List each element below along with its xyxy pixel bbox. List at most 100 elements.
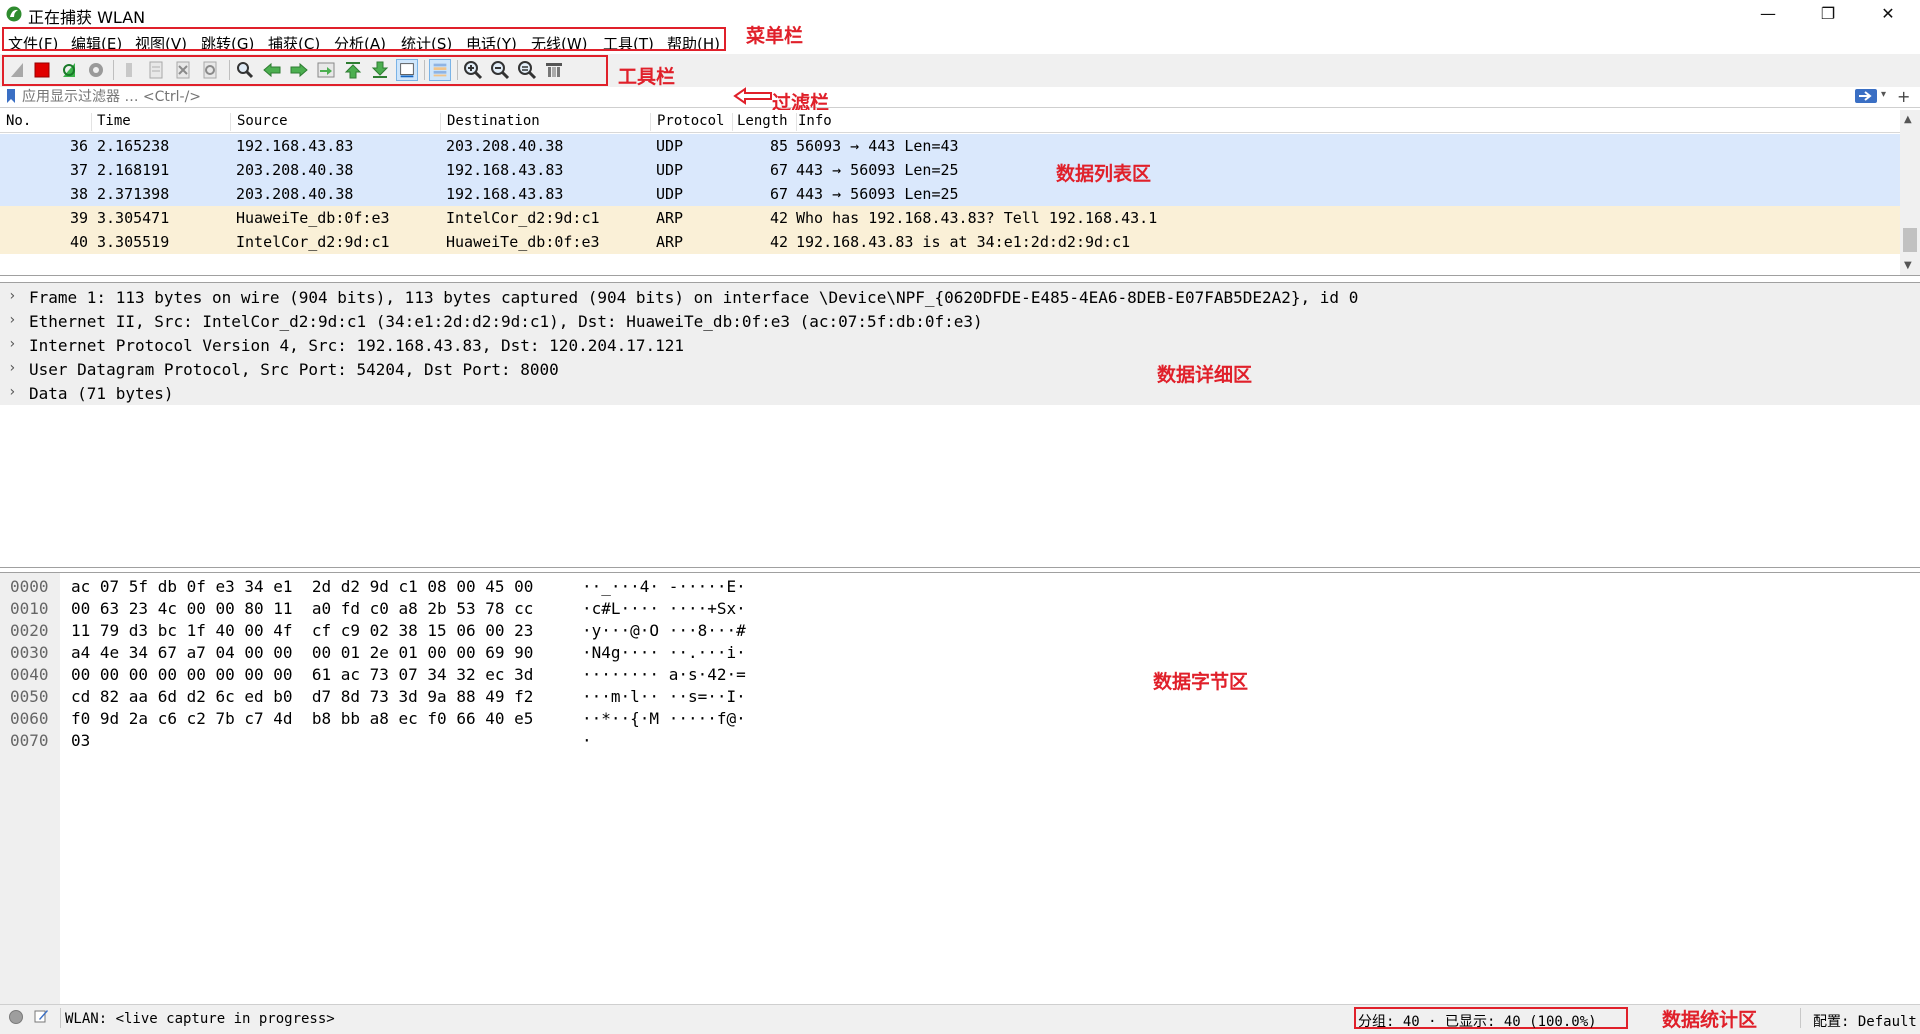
packet-length: 85	[770, 137, 789, 155]
scroll-up-arrow-icon[interactable]: ▲	[1904, 114, 1912, 125]
menubar-annotation: 菜单栏	[746, 25, 804, 47]
detail-frame-text: Frame 1: 113 bytes on wire (904 bits), 1…	[29, 288, 1359, 307]
packet-destination: 192.168.43.83	[446, 161, 564, 179]
display-filter-input[interactable]	[22, 87, 1850, 107]
packet-info: 56093 → 443 Len=43	[796, 137, 959, 155]
capture-status-icon[interactable]	[9, 1010, 23, 1024]
edit-comment-icon[interactable]	[33, 1008, 49, 1024]
maximize-button[interactable]: ❐	[1805, 0, 1851, 28]
title-bar: 正在捕获 WLAN — ❐ ✕	[0, 0, 1920, 28]
byte-offset: 0000	[10, 577, 49, 596]
detail-ip-text: Internet Protocol Version 4, Src: 192.16…	[29, 336, 685, 355]
detail-tree-item[interactable]: › Ethernet II, Src: IntelCor_d2:9d:c1 (3…	[0, 309, 1900, 333]
packet-row[interactable]: 36 2.165238 192.168.43.83 203.208.40.38 …	[0, 134, 1900, 158]
profile-selector[interactable]: 配置: Default	[1813, 1011, 1917, 1031]
byte-ascii-row[interactable]: ·y···@·O ···8···#	[582, 621, 746, 643]
byte-offset: 0020	[10, 621, 49, 640]
column-header-info[interactable]: Info	[798, 113, 998, 131]
bookmark-icon[interactable]	[6, 89, 16, 103]
byte-hex-row[interactable]: 11 79 d3 bc 1f 40 00 4f cf c9 02 38 15 0…	[71, 621, 533, 643]
packet-row[interactable]: 38 2.371398 203.208.40.38 192.168.43.83 …	[0, 182, 1900, 206]
packet-time: 2.168191	[97, 161, 170, 179]
byte-offset: 0070	[10, 731, 49, 750]
packet-time: 3.305471	[97, 209, 170, 227]
byte-hex-row[interactable]: a4 4e 34 67 a7 04 00 00 00 01 2e 01 00 0…	[71, 643, 533, 665]
expand-arrow-icon[interactable]: ›	[8, 312, 16, 328]
byte-hex-row[interactable]: ac 07 5f db 0f e3 34 e1 2d d2 9d c1 08 0…	[71, 577, 533, 599]
packet-length: 67	[770, 161, 789, 179]
packet-row[interactable]: 37 2.168191 203.208.40.38 192.168.43.83 …	[0, 158, 1900, 182]
expand-arrow-icon[interactable]: ›	[8, 384, 16, 400]
byte-hex-row[interactable]: 00 00 00 00 00 00 00 00 61 ac 73 07 34 3…	[71, 665, 533, 687]
byte-ascii-row[interactable]: ··*··{·M ·····f@·	[582, 709, 746, 731]
detail-ethernet-text: Ethernet II, Src: IntelCor_d2:9d:c1 (34:…	[29, 312, 983, 331]
packet-list-annotation: 数据列表区	[1056, 163, 1152, 185]
window-title: 正在捕获 WLAN	[28, 8, 146, 27]
packet-source: IntelCor_d2:9d:c1	[236, 233, 390, 251]
packet-no: 36	[70, 137, 89, 155]
packet-no: 37	[70, 161, 89, 179]
column-header-no[interactable]: No.	[6, 113, 92, 131]
packet-time: 3.305519	[97, 233, 170, 251]
column-header-source[interactable]: Source	[237, 113, 441, 131]
expand-arrow-icon[interactable]: ›	[8, 288, 16, 304]
display-filter-bar: ▾ +	[0, 87, 1920, 108]
packet-row[interactable]: 39 3.305471 HuaweiTe_db:0f:e3 IntelCor_d…	[0, 206, 1900, 230]
byte-hex-row[interactable]: 03	[71, 731, 90, 753]
filter-history-dropdown[interactable]: ▾	[1881, 89, 1886, 100]
close-button[interactable]: ✕	[1865, 0, 1911, 28]
add-filter-button[interactable]: +	[1897, 87, 1910, 106]
byte-ascii-row[interactable]: ···m·l·· ··s=··I·	[582, 687, 746, 709]
detail-tree-item[interactable]: › Internet Protocol Version 4, Src: 192.…	[0, 333, 1900, 357]
packet-list-header: No. Time Source Destination Protocol Len…	[0, 110, 1900, 133]
packet-source: 203.208.40.38	[236, 161, 354, 179]
packet-destination: HuaweiTe_db:0f:e3	[446, 233, 600, 251]
byte-ascii-row[interactable]: ·N4g···· ··.···i·	[582, 643, 746, 665]
packet-bytes-pane: 0000 ac 07 5f db 0f e3 34 e1 2d d2 9d c1…	[0, 572, 1920, 1005]
annotation-arrow-icon	[733, 87, 772, 105]
toolbar-annotation: 工具栏	[618, 66, 676, 88]
packet-protocol: UDP	[656, 137, 684, 155]
packet-destination: 203.208.40.38	[446, 137, 564, 155]
status-separator	[60, 1008, 61, 1028]
byte-ascii-row[interactable]: ·c#L···· ····+Sx·	[582, 599, 746, 621]
expand-arrow-icon[interactable]: ›	[8, 336, 16, 352]
packet-info: Who has 192.168.43.83? Tell 192.168.43.1	[796, 209, 1158, 227]
packet-row[interactable]: 40 3.305519 IntelCor_d2:9d:c1 HuaweiTe_d…	[0, 230, 1900, 254]
expand-arrow-icon[interactable]: ›	[8, 360, 16, 376]
byte-offset: 0030	[10, 643, 49, 662]
packet-no: 38	[70, 185, 89, 203]
detail-data-text: Data (71 bytes)	[29, 384, 174, 403]
scroll-down-arrow-icon[interactable]: ▼	[1904, 260, 1912, 271]
packet-destination: 192.168.43.83	[446, 185, 564, 203]
column-header-destination[interactable]: Destination	[447, 113, 651, 131]
status-separator	[1800, 1008, 1801, 1028]
column-header-length[interactable]: Length	[737, 113, 797, 131]
column-header-time[interactable]: Time	[97, 113, 231, 131]
byte-offset: 0060	[10, 709, 49, 728]
stats-annotation: 数据统计区	[1662, 1009, 1758, 1031]
detail-tree-item[interactable]: › User Datagram Protocol, Src Port: 5420…	[0, 357, 1900, 381]
packet-info: 443 → 56093 Len=25	[796, 185, 959, 203]
detail-tree-item[interactable]: › Data (71 bytes)	[0, 381, 1900, 405]
bytes-annotation: 数据字节区	[1153, 671, 1249, 693]
byte-hex-row[interactable]: f0 9d 2a c6 c2 7b c7 4d b8 bb a8 ec f0 6…	[71, 709, 533, 731]
packet-time: 2.371398	[97, 185, 170, 203]
packet-time: 2.165238	[97, 137, 170, 155]
detail-tree-item[interactable]: › Frame 1: 113 bytes on wire (904 bits),…	[0, 285, 1900, 309]
byte-ascii-row[interactable]: ··_···4· -·····E·	[582, 577, 746, 599]
apply-filter-arrow-icon[interactable]	[1855, 89, 1877, 103]
byte-hex-row[interactable]: cd 82 aa 6d d2 6c ed b0 d7 8d 73 3d 9a 8…	[71, 687, 533, 709]
packet-destination: IntelCor_d2:9d:c1	[446, 209, 600, 227]
column-header-protocol[interactable]: Protocol	[657, 113, 733, 131]
byte-ascii-row[interactable]: ········ a·s·42·=	[582, 665, 746, 687]
minimize-button[interactable]: —	[1745, 0, 1791, 28]
byte-hex-row[interactable]: 00 63 23 4c 00 00 80 11 a0 fd c0 a8 2b 5…	[71, 599, 533, 621]
packet-list-scroll-thumb[interactable]	[1903, 228, 1917, 252]
packet-protocol: UDP	[656, 185, 684, 203]
packet-info: 443 → 56093 Len=25	[796, 161, 959, 179]
capture-status-text: WLAN: <live capture in progress>	[65, 1011, 335, 1027]
packet-length: 42	[770, 233, 789, 251]
packet-stats-text: 分组: 40 · 已显示: 40 (100.0%)	[1358, 1014, 1597, 1030]
byte-ascii-row[interactable]: ·	[582, 731, 592, 753]
